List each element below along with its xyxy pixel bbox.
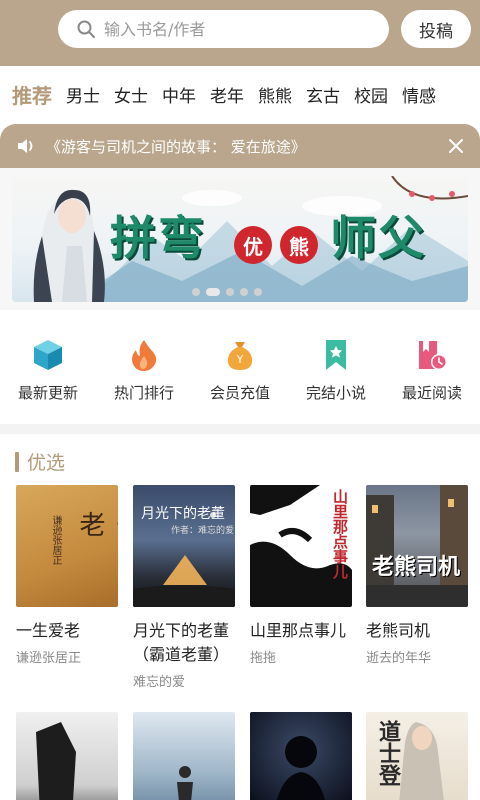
cover-title: 山里那点事儿	[331, 489, 349, 579]
book-cover[interactable]: 一生爱老 谦逊张居正	[16, 485, 118, 607]
search-input[interactable]	[104, 19, 364, 39]
carousel-dot[interactable]	[226, 288, 234, 296]
tab-middle-age[interactable]: 中年	[162, 82, 196, 107]
book-cover[interactable]	[133, 712, 235, 800]
book-title[interactable]: 一生爱老	[16, 619, 118, 643]
quick-label: 热门排行	[113, 384, 174, 402]
quick-latest-updates[interactable]: 最新更新	[0, 316, 96, 426]
book-author: 难忘的爱	[133, 675, 186, 690]
cover-author: 谦逊张居正	[50, 515, 61, 565]
tab-campus[interactable]: 校园	[354, 82, 388, 107]
cover-title: 老熊司机	[372, 554, 461, 580]
book-cover[interactable]: 老熊司机	[366, 485, 468, 607]
book-title[interactable]: 月光下的老董（霸道老董）	[133, 619, 235, 667]
quick-vip-recharge[interactable]: Y 会员充值	[192, 316, 288, 426]
tab-men[interactable]: 男士	[66, 82, 100, 107]
search-icon	[77, 20, 95, 38]
book-title[interactable]: 老熊司机	[366, 619, 468, 643]
carousel-dot-active[interactable]	[206, 288, 220, 296]
money-bag-icon: Y	[227, 342, 253, 370]
book-card[interactable]	[250, 712, 352, 800]
top-header: 投稿	[0, 0, 480, 66]
book-card[interactable]: 道士登	[366, 712, 468, 800]
carousel-indicator	[192, 288, 262, 296]
category-tabs: 推荐 男士 女士 中年 老年 熊熊 玄古 校园 情感	[0, 66, 480, 122]
book-card[interactable]: 老熊司机 老熊司机 逝去的年华	[366, 485, 468, 666]
book-author: 逝去的年华	[366, 651, 432, 666]
svg-text:Y: Y	[236, 353, 244, 366]
book-card[interactable]: 一生爱老 谦逊张居正 一生爱老 谦逊张居正	[16, 485, 118, 666]
book-clock-icon	[419, 341, 447, 370]
submit-manuscript-button[interactable]: 投稿	[401, 10, 471, 48]
book-card[interactable]	[16, 712, 118, 800]
speaker-icon	[18, 139, 33, 153]
tab-romance[interactable]: 情感	[402, 82, 436, 107]
book-cover[interactable]: 道士登	[366, 712, 468, 800]
quick-label: 会员充值	[209, 384, 270, 402]
cover-title: 一生爱老	[75, 511, 118, 589]
quick-hot-ranking[interactable]: 热门排行	[96, 316, 192, 426]
book-card[interactable]: 月光下的老董 作者：难忘的爱 月光下的老董（霸道老董） 难忘的爱	[133, 485, 235, 690]
tab-recommend[interactable]: 推荐	[12, 80, 52, 109]
banner-title-right: 师父	[330, 211, 426, 265]
tab-women[interactable]: 女士	[114, 82, 148, 107]
announcement-bar[interactable]: 《游客与司机之间的故事： 爱在旅途》	[0, 124, 480, 168]
close-icon[interactable]	[446, 136, 466, 156]
cover-sea-illustration	[177, 766, 193, 800]
section-divider	[0, 424, 480, 434]
book-author: 拖拖	[250, 651, 277, 666]
tab-ancient[interactable]: 玄古	[306, 82, 340, 107]
quick-label: 完结小说	[305, 384, 366, 402]
quick-label: 最新更新	[17, 384, 78, 402]
book-card[interactable]: 山里那点事儿 山里那点事儿 拖拖	[250, 485, 352, 666]
carousel-dot[interactable]	[192, 288, 200, 296]
cover-author: 作者：难忘的爱	[171, 526, 235, 536]
announcement-text[interactable]: 《游客与司机之间的故事： 爱在旅途》	[46, 136, 306, 157]
cover-figure-illustration	[36, 722, 76, 800]
promo-banner[interactable]: 拼弯 优 熊 师父	[12, 176, 468, 302]
cover-silhouette-illustration	[276, 736, 326, 800]
book-cover[interactable]	[250, 712, 352, 800]
bookmark-icon	[326, 340, 346, 370]
banner-badge-excellent: 优	[234, 226, 272, 264]
book-card[interactable]	[133, 712, 235, 800]
book-cover[interactable]: 山里那点事儿	[250, 485, 352, 607]
cover-title: 月光下的老董	[141, 506, 225, 522]
carousel-dot[interactable]	[240, 288, 248, 296]
cover-street-illustration	[366, 485, 468, 607]
quick-label: 最近阅读	[401, 384, 462, 402]
cube-icon	[34, 340, 62, 370]
banner-badge-bear: 熊	[280, 226, 318, 264]
section-accent-bar	[15, 451, 19, 472]
search-bar[interactable]	[58, 10, 389, 48]
cover-title: 道士登	[375, 720, 401, 786]
tab-bears[interactable]: 熊熊	[258, 82, 292, 107]
section-header: 优选	[15, 448, 65, 475]
banner-title-left: 拼弯	[110, 211, 206, 265]
carousel-dot[interactable]	[254, 288, 262, 296]
quick-completed-novels[interactable]: 完结小说	[288, 316, 384, 426]
book-cover[interactable]: 月光下的老董 作者：难忘的爱	[133, 485, 235, 607]
quick-recent-reading[interactable]: 最近阅读	[384, 316, 480, 426]
flame-icon	[132, 340, 157, 371]
book-title[interactable]: 山里那点事儿	[250, 619, 352, 643]
quick-actions: 最新更新 热门排行 Y 会员充值 完结小说 最近阅读	[0, 316, 480, 426]
book-author: 谦逊张居正	[16, 651, 82, 666]
book-cover[interactable]	[16, 712, 118, 800]
tab-elderly[interactable]: 老年	[210, 82, 244, 107]
section-title: 优选	[27, 452, 66, 474]
